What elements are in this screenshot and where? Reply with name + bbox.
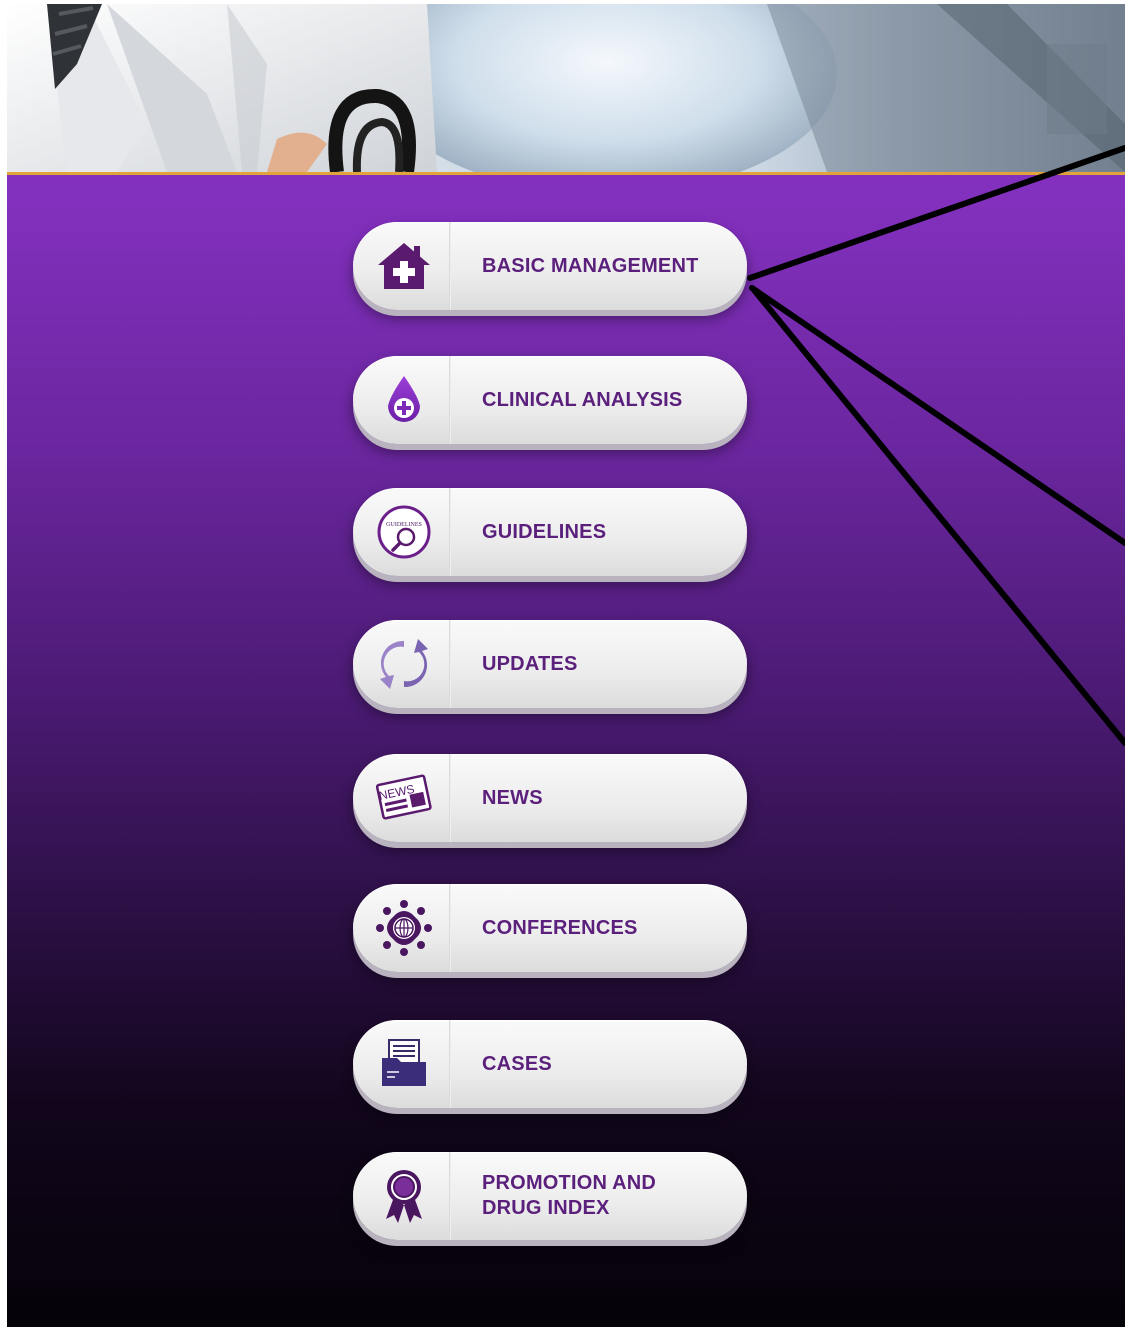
- guidelines-magnifier-icon: GUIDELINES: [361, 488, 447, 576]
- menu-label-conferences: CONFERENCES: [482, 916, 638, 939]
- newspaper-icon: NEWS: [361, 754, 447, 842]
- hero-image: [7, 4, 1125, 175]
- guidelines-icon-text: GUIDELINES: [386, 522, 422, 528]
- menu-button-promotion-and-drug-index[interactable]: PROMOTION AND DRUG INDEX: [353, 1152, 747, 1240]
- menu-button-basic-management[interactable]: BASIC MANAGEMENT: [353, 222, 747, 310]
- folder-documents-icon: [361, 1020, 447, 1108]
- award-ribbon-icon: [361, 1152, 447, 1240]
- menu-label-basic-management: BASIC MANAGEMENT: [482, 254, 699, 277]
- menu-label-updates: UPDATES: [482, 652, 578, 675]
- menu-divider: [449, 488, 451, 576]
- menu-button-clinical-analysis[interactable]: CLINICAL ANALYSIS: [353, 356, 747, 444]
- blood-drop-icon: [361, 356, 447, 444]
- app-screen: BASIC MANAGEMENT CLINICAL ANALYSIS GUIDE…: [7, 4, 1125, 1327]
- doctor-photo: [7, 4, 1125, 172]
- menu-button-updates[interactable]: UPDATES: [353, 620, 747, 708]
- menu-divider: [449, 754, 451, 842]
- refresh-icon: [361, 620, 447, 708]
- menu-divider: [449, 1020, 451, 1108]
- menu-label-news: NEWS: [482, 786, 543, 809]
- menu-label-clinical-analysis: CLINICAL ANALYSIS: [482, 388, 683, 411]
- menu-button-cases[interactable]: CASES: [353, 1020, 747, 1108]
- menu-divider: [449, 884, 451, 972]
- menu-button-conferences[interactable]: CONFERENCES: [353, 884, 747, 972]
- menu-label-guidelines: GUIDELINES: [482, 520, 607, 543]
- house-medical-icon: [361, 222, 447, 310]
- menu-button-guidelines[interactable]: GUIDELINES GUIDELINES: [353, 488, 747, 576]
- menu-divider: [449, 1152, 451, 1240]
- menu-divider: [449, 356, 451, 444]
- menu-divider: [449, 620, 451, 708]
- conference-network-icon: [361, 884, 447, 972]
- menu-label-promotion-and-drug-index: PROMOTION AND DRUG INDEX: [482, 1172, 657, 1219]
- menu-label-cases: CASES: [482, 1052, 552, 1075]
- menu-button-news[interactable]: NEWS NEWS: [353, 754, 747, 842]
- menu-divider: [449, 222, 451, 310]
